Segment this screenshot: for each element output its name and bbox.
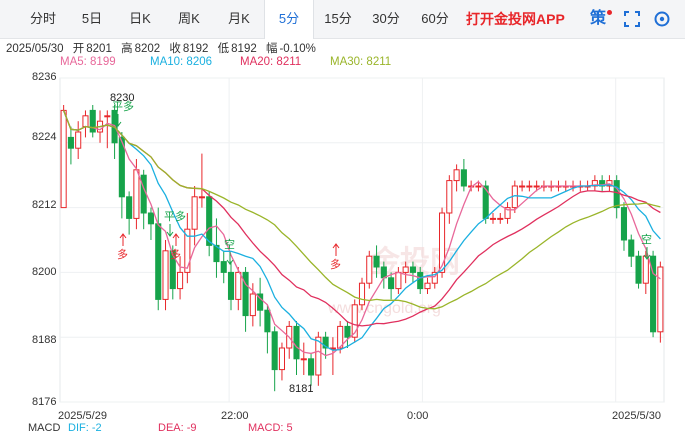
x-tick-1: 22:00 xyxy=(221,410,249,422)
candle xyxy=(395,271,402,290)
x-tick-0: 2025/5/29 xyxy=(58,410,107,422)
candle xyxy=(220,261,227,273)
low-marker-label: 8181 xyxy=(289,383,313,395)
trade-signal-label: 多 xyxy=(117,247,128,261)
candle xyxy=(417,271,424,290)
macd-dea: DEA: -9 xyxy=(158,422,197,434)
ma-lines xyxy=(62,110,661,357)
macd-title: MACD xyxy=(28,422,61,434)
candle xyxy=(198,196,205,199)
candle xyxy=(526,185,533,188)
candle xyxy=(308,358,315,376)
candle xyxy=(75,131,82,149)
candle xyxy=(242,271,249,317)
candle xyxy=(235,271,242,300)
candle xyxy=(402,266,409,273)
candle xyxy=(373,255,380,268)
x-tick-2: 0:00 xyxy=(407,410,429,422)
macd-dif: DIF: -2 xyxy=(68,422,102,434)
candle xyxy=(366,255,373,284)
candle xyxy=(67,136,74,149)
candle xyxy=(177,271,184,290)
candle xyxy=(489,217,497,220)
candle xyxy=(155,223,162,300)
candle xyxy=(104,115,111,118)
macd-value: MACD: 5 xyxy=(248,422,293,434)
candle xyxy=(519,185,526,188)
candle xyxy=(475,185,482,188)
candle xyxy=(191,196,198,230)
candle xyxy=(620,207,628,241)
candle xyxy=(358,282,366,306)
candle xyxy=(140,174,147,214)
candle xyxy=(642,255,649,284)
x-tick-3: 2025/5/30 xyxy=(612,410,661,422)
candle xyxy=(460,169,467,187)
candle xyxy=(293,325,300,360)
trade-signal-label: 平多 xyxy=(164,209,186,223)
annotations: 82308181平多多平多多空多空 xyxy=(110,92,652,395)
candle xyxy=(249,293,256,317)
candle xyxy=(344,325,351,338)
candle xyxy=(439,212,446,273)
candle xyxy=(278,347,285,371)
trade-signal-label: 空 xyxy=(641,232,652,246)
candle xyxy=(635,255,642,284)
y-tick-8236: 8236 xyxy=(32,71,57,83)
candle xyxy=(409,266,416,273)
candle xyxy=(613,180,620,209)
candle xyxy=(453,169,460,182)
candle xyxy=(497,217,504,220)
candle xyxy=(533,185,540,188)
candle xyxy=(264,309,271,333)
candle xyxy=(446,180,453,214)
candle xyxy=(380,266,387,279)
trade-signal-label: 多 xyxy=(330,257,341,271)
y-tick-8176: 8176 xyxy=(32,396,57,408)
trade-signal-label: 多 xyxy=(170,247,181,261)
candle xyxy=(300,358,307,361)
y-tick-8224: 8224 xyxy=(32,131,57,143)
candle xyxy=(388,277,395,290)
candle xyxy=(126,196,133,219)
candle xyxy=(424,282,431,290)
candle xyxy=(60,109,67,209)
candle xyxy=(162,250,169,300)
y-tick-8212: 8212 xyxy=(32,199,57,211)
trade-signal-label: 平多 xyxy=(112,99,134,113)
candle xyxy=(133,169,140,219)
candle xyxy=(82,115,89,128)
ma5-line xyxy=(62,110,661,357)
candle xyxy=(628,239,635,257)
trade-signal-label: 空 xyxy=(224,237,235,251)
candles xyxy=(60,105,664,392)
candle xyxy=(227,271,235,300)
candle xyxy=(147,212,155,225)
y-tick-8200: 8200 xyxy=(32,266,57,278)
candlestick-chart[interactable]: 金投网 www.cngold.org 82308181平多多平多多空多空 xyxy=(0,0,685,428)
y-tick-8188: 8188 xyxy=(32,334,57,346)
candle xyxy=(657,266,664,333)
candle xyxy=(271,331,278,371)
candle xyxy=(206,196,213,246)
